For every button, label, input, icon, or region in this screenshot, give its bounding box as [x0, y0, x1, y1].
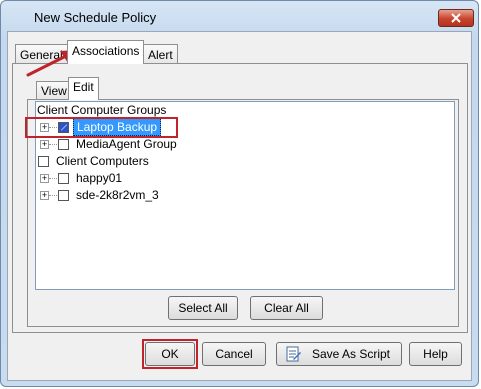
tab-edit-label: Edit [73, 80, 94, 94]
tree-item-happy01[interactable]: + happy01 [37, 170, 237, 187]
tree-item-sde-2k8r2vm-3[interactable]: + sde-2k8r2vm_3 [37, 187, 237, 204]
dialog-title: New Schedule Policy [34, 10, 157, 25]
tree-item-label: happy01 [76, 171, 123, 185]
tree-item-mediaagent-group[interactable]: + MediaAgent Group [37, 136, 237, 153]
clear-all-button[interactable]: Clear All [250, 296, 323, 320]
checkbox-sde-2k8r2vm-3[interactable] [58, 190, 69, 201]
expand-icon[interactable]: + [40, 191, 49, 200]
tree-header-client-computer-groups: Client Computer Groups [37, 103, 167, 117]
tree-item-laptop-backup[interactable]: + Laptop Backup [37, 118, 237, 136]
checkbox-happy01[interactable] [58, 173, 69, 184]
cancel-button[interactable]: Cancel [202, 342, 266, 366]
tree-connector [49, 195, 57, 196]
tree-connector [49, 178, 57, 179]
tree-header-client-computers: Client Computers [56, 154, 149, 168]
select-all-button[interactable]: Select All [168, 296, 238, 320]
tree-connector [49, 127, 57, 128]
tab-associations-label: Associations [72, 44, 140, 58]
save-as-script-label: Save As Script [311, 347, 391, 361]
checkbox-mediaagent-group[interactable] [58, 139, 69, 150]
tab-edit[interactable]: Edit [68, 77, 99, 100]
tree-item-label: sde-2k8r2vm_3 [76, 188, 159, 202]
checkbox-laptop-backup[interactable] [58, 122, 69, 133]
help-button[interactable]: Help [409, 342, 462, 366]
tab-view[interactable]: View [36, 81, 72, 99]
tree-connector [49, 144, 57, 145]
script-icon [286, 346, 301, 362]
ok-button[interactable]: OK [145, 342, 195, 366]
tab-alert-label: Alert [148, 48, 173, 62]
close-button[interactable] [438, 9, 474, 27]
tab-view-label: View [41, 84, 67, 98]
expand-icon[interactable]: + [40, 174, 49, 183]
tab-alert[interactable]: Alert [143, 44, 178, 64]
expand-icon[interactable]: + [40, 140, 49, 149]
tree-item-client-computers[interactable]: Client Computers [37, 153, 237, 170]
checkbox-client-computers[interactable] [38, 156, 49, 167]
tab-associations[interactable]: Associations [67, 40, 145, 64]
tree-item-label: MediaAgent Group [76, 137, 177, 151]
close-icon [451, 13, 461, 23]
expand-icon[interactable]: + [40, 123, 49, 132]
save-as-script-button[interactable]: Save As Script [276, 342, 402, 366]
tree-item-label: Laptop Backup [73, 118, 162, 136]
